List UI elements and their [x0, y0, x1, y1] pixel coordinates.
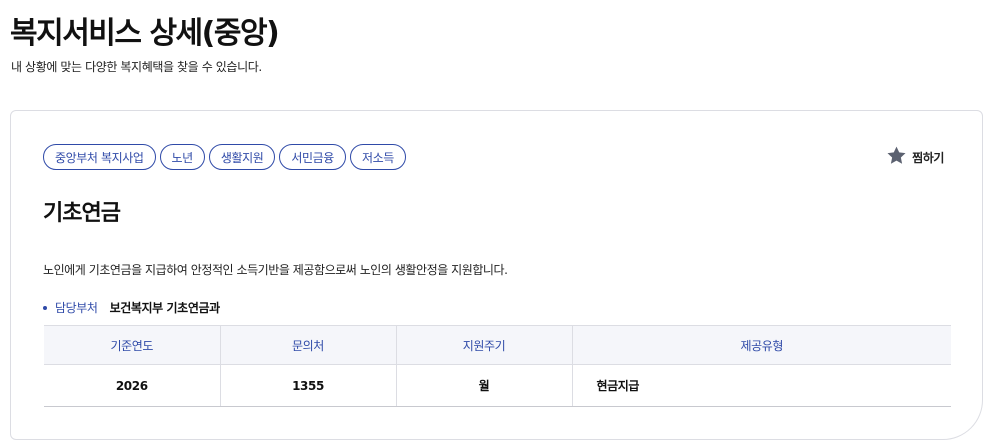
tag-central-ministry[interactable]: 중앙부처 복지사업: [43, 144, 156, 170]
header-contact: 문의처: [219, 325, 396, 365]
service-info-table: 기준연도 문의처 지원주기 제공유형 2026 1355 월 현금지급: [44, 325, 951, 407]
department-label: 담당부처: [55, 301, 98, 315]
cell-contact: 1355: [219, 364, 396, 407]
header-support-cycle: 지원주기: [395, 325, 572, 365]
cell-support-cycle: 월: [395, 364, 572, 407]
tag-old-age[interactable]: 노년: [159, 144, 205, 170]
page-subtitle: 내 상황에 맞는 다양한 복지혜택을 찾을 수 있습니다.: [11, 60, 262, 74]
cell-base-year: 2026: [44, 364, 220, 407]
tag-living-support[interactable]: 생활지원: [208, 144, 276, 170]
cell-provision-type: 현금지급: [571, 364, 951, 407]
page-title: 복지서비스 상세(중앙): [10, 16, 280, 51]
service-detail-card: 중앙부처 복지사업 노년 생활지원 서민금융 저소득 찜하기 기초연금 노인에게…: [10, 110, 983, 440]
service-title: 기초연금: [43, 201, 121, 226]
service-description: 노인에게 기초연금을 지급하여 안정적인 소득기반을 제공함으로써 노인의 생활…: [43, 263, 508, 277]
department-value: 보건복지부 기초연금과: [109, 301, 221, 315]
bullet-icon: [43, 305, 47, 310]
star-icon: [886, 145, 907, 170]
table-row: 2026 1355 월 현금지급: [44, 364, 951, 407]
table-header-row: 기준연도 문의처 지원주기 제공유형: [44, 325, 951, 365]
header-base-year: 기준연도: [44, 325, 220, 365]
tag-list: 중앙부처 복지사업 노년 생활지원 서민금융 저소득: [43, 144, 406, 170]
header-provision-type: 제공유형: [571, 325, 951, 365]
bookmark-label: 찜하기: [912, 151, 944, 165]
department-info: 담당부처 보건복지부 기초연금과: [43, 299, 220, 316]
tag-low-income[interactable]: 저소득: [349, 144, 406, 170]
tag-microfinance[interactable]: 서민금융: [279, 144, 346, 170]
bookmark-button[interactable]: 찜하기: [886, 145, 944, 170]
